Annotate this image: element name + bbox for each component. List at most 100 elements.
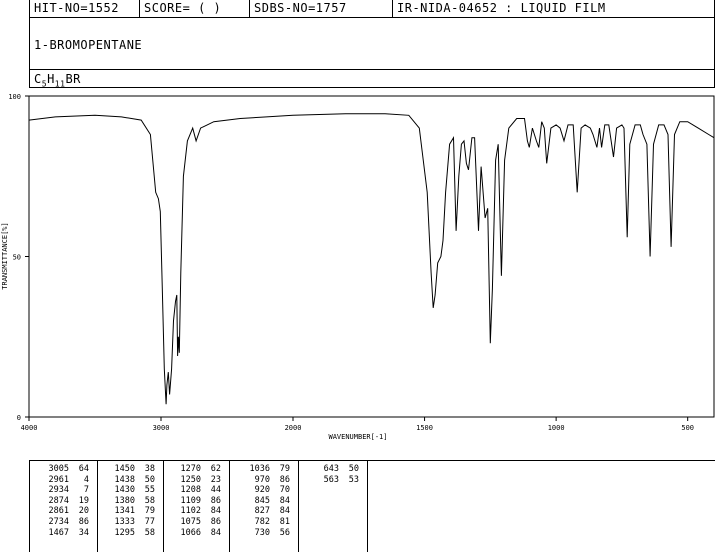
peak-wavenumber: 1270 xyxy=(180,464,201,474)
peak-row: 1438 50 xyxy=(98,475,163,486)
peak-wavenumber: 970 xyxy=(254,474,270,485)
peak-row: 1109 86 xyxy=(164,496,229,507)
peak-wavenumber: 3005 xyxy=(48,464,69,474)
peak-row: 1467 34 xyxy=(30,528,97,539)
peak-transmittance: 62 xyxy=(210,464,221,474)
peak-wavenumber: 643 xyxy=(323,464,339,474)
peak-row: 2734 86 xyxy=(30,517,97,528)
peak-transmittance: 86 xyxy=(210,516,221,527)
peak-row: 643 50 xyxy=(299,464,367,475)
peak-wavenumber: 730 xyxy=(254,527,270,538)
peak-wavenumber: 563 xyxy=(323,474,339,485)
peak-row: 1270 62 xyxy=(164,464,229,475)
peak-transmittance: 44 xyxy=(210,485,221,496)
peak-wavenumber: 1438 xyxy=(114,474,135,485)
peak-row: 1066 84 xyxy=(164,528,229,539)
peak-transmittance: 58 xyxy=(144,495,155,506)
peak-wavenumber: 2874 xyxy=(48,495,69,506)
peak-wavenumber: 920 xyxy=(254,485,270,496)
peak-column: 1270 62 1250 23 1208 44 1109 86 1102 84 1075 86 1066… xyxy=(164,460,230,552)
y-tick-label: 50 xyxy=(13,254,21,262)
peak-transmittance: 20 xyxy=(78,506,89,517)
peak-row: 2934 7 xyxy=(30,485,97,496)
peak-transmittance: 38 xyxy=(144,464,155,474)
peak-wavenumber: 1075 xyxy=(180,516,201,527)
x-tick-label: 1500 xyxy=(416,424,433,432)
peak-wavenumber: 1102 xyxy=(180,506,201,517)
peak-transmittance: 70 xyxy=(279,485,290,496)
peak-transmittance: 84 xyxy=(210,506,221,517)
peak-wavenumber: 1208 xyxy=(180,485,201,496)
y-tick-label: 100 xyxy=(8,93,21,101)
peak-row: 1295 58 xyxy=(98,528,163,539)
peak-row: 1450 38 xyxy=(98,464,163,475)
peak-wavenumber: 2934 xyxy=(48,485,69,496)
peak-row: 782 81 xyxy=(230,517,298,528)
peak-wavenumber: 2961 xyxy=(48,474,69,485)
peak-transmittance: 86 xyxy=(210,495,221,506)
peak-row: 2874 19 xyxy=(30,496,97,507)
peak-wavenumber: 2734 xyxy=(48,516,69,527)
peak-wavenumber: 827 xyxy=(254,506,270,517)
x-tick-label: 2000 xyxy=(285,424,302,432)
peak-wavenumber: 1333 xyxy=(114,516,135,527)
y-tick-label: 0 xyxy=(17,414,21,422)
peak-transmittance: 50 xyxy=(144,474,155,485)
x-axis-label: WAVENUMBER[-1] xyxy=(328,433,387,441)
peak-column: 3005 64 2961 4 2934 7 2874 19 2861 20 2734 86 1467 34 xyxy=(29,460,98,552)
peak-wavenumber: 1295 xyxy=(114,527,135,538)
peak-transmittance: 84 xyxy=(279,495,290,506)
peak-transmittance: 53 xyxy=(348,474,359,485)
peak-wavenumber: 845 xyxy=(254,495,270,506)
peak-wavenumber: 2861 xyxy=(48,506,69,517)
peak-row: 1036 79 xyxy=(230,464,298,475)
ir-spectrum-chart: 4000 3000 2000 1500 1000 500 0 50 100 WAVENUMBER… xyxy=(1,93,715,441)
peak-wavenumber: 1467 xyxy=(48,527,69,538)
x-tick-label: 3000 xyxy=(153,424,170,432)
peak-transmittance: 81 xyxy=(279,516,290,527)
peak-transmittance: 64 xyxy=(78,464,89,474)
spectrum-line xyxy=(28,113,715,405)
peak-wavenumber: 1341 xyxy=(114,506,135,517)
peak-transmittance: 79 xyxy=(144,506,155,517)
peak-row: 1341 79 xyxy=(98,506,163,517)
peak-transmittance: 77 xyxy=(144,516,155,527)
x-tick-label: 1000 xyxy=(548,424,565,432)
peak-row: 3005 64 xyxy=(30,464,97,475)
peak-wavenumber: 1430 xyxy=(114,485,135,496)
y-axis-label: TRANSMITTANCE[%] xyxy=(1,222,9,289)
peak-row: 2961 4 xyxy=(30,475,97,486)
peak-transmittance: 56 xyxy=(279,527,290,538)
peak-wavenumber: 1450 xyxy=(114,464,135,474)
peak-transmittance: 19 xyxy=(78,495,89,506)
x-tick-label: 4000 xyxy=(21,424,38,432)
peak-transmittance: 50 xyxy=(348,464,359,474)
peak-row: 1380 58 xyxy=(98,496,163,507)
peak-wavenumber: 1066 xyxy=(180,527,201,538)
peak-transmittance: 84 xyxy=(279,506,290,517)
peak-transmittance: 34 xyxy=(78,527,89,538)
peak-row: 2861 20 xyxy=(30,506,97,517)
peak-transmittance: 58 xyxy=(144,527,155,538)
peak-row: 970 86 xyxy=(230,475,298,486)
x-tick-label: 500 xyxy=(681,424,694,432)
peak-row: 1208 44 xyxy=(164,485,229,496)
peak-wavenumber: 1036 xyxy=(249,464,270,474)
peak-column: 1450 38 1438 50 1430 55 1380 58 1341 79 1333 77 1295… xyxy=(98,460,164,552)
peak-wavenumber: 1109 xyxy=(180,495,201,506)
peak-row: 920 70 xyxy=(230,485,298,496)
peak-transmittance: 55 xyxy=(144,485,155,496)
peak-transmittance: 4 xyxy=(83,474,89,485)
peak-row: 1250 23 xyxy=(164,475,229,486)
peak-row: 827 84 xyxy=(230,506,298,517)
peak-transmittance: 86 xyxy=(279,474,290,485)
peak-transmittance: 84 xyxy=(210,527,221,538)
peak-column: 643 50 563 53 xyxy=(299,460,368,552)
peak-row: 1333 77 xyxy=(98,517,163,528)
peak-wavenumber: 1380 xyxy=(114,495,135,506)
peak-row: 1075 86 xyxy=(164,517,229,528)
peak-wavenumber: 1250 xyxy=(180,474,201,485)
peak-column: 1036 79 970 86 920 70 845 84 827 84 782 81 730 56 xyxy=(230,460,299,552)
peak-transmittance: 79 xyxy=(279,464,290,474)
peak-transmittance: 7 xyxy=(83,485,89,496)
